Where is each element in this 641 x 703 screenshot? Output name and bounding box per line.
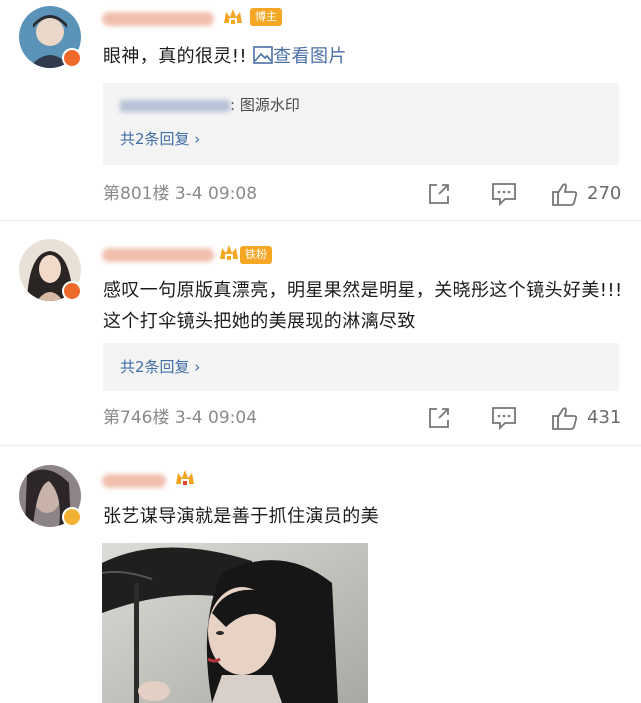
thumbs-up-icon [552, 407, 578, 430]
comment-text: 眼神，真的很灵!! 查看图片 [103, 46, 347, 67]
like-count: 431 [587, 407, 622, 428]
forward-button[interactable] [427, 406, 451, 430]
comment-meta: 第801楼 3-4 09:08 270 [103, 182, 625, 207]
crown-badge-icon [176, 470, 194, 486]
verified-dot-icon [62, 507, 82, 527]
reply-box: 共2条回复 › [103, 343, 619, 391]
comment-text: 感叹一句原版真漂亮，明星果然是明星，关晓彤这个镜头好美!!! 这个打伞镜头把她的… [103, 280, 623, 332]
reply-button[interactable] [491, 406, 517, 431]
username-blurred[interactable] [102, 12, 214, 26]
comment-icon [492, 407, 516, 431]
reply-button[interactable] [491, 182, 517, 207]
reply-count-link[interactable]: 共2条回复 › [120, 128, 200, 149]
divider [0, 445, 641, 446]
reply-count-link[interactable]: 共2条回复 › [120, 356, 200, 377]
comment-meta: 第746楼 3-4 09:04 431 [103, 406, 625, 431]
comment-text: 张艺谋导演就是善于抓住演员的美 [103, 506, 379, 527]
image-icon [253, 46, 273, 64]
author-badge: 铁粉 [240, 246, 272, 264]
comment-icon [492, 183, 516, 207]
like-button[interactable]: 270 [551, 182, 625, 206]
username-blurred[interactable] [102, 248, 214, 262]
floor-and-time: 第801楼 3-4 09:08 [103, 184, 258, 204]
forward-button[interactable] [427, 182, 451, 206]
verified-dot-icon [62, 48, 82, 68]
crown-badge-icon [224, 9, 242, 25]
author-badge: 博主 [250, 8, 282, 26]
share-icon [429, 408, 449, 428]
share-icon [429, 184, 449, 204]
reply-box: : 图源水印 共2条回复 › [103, 83, 619, 165]
like-button[interactable]: 431 [551, 406, 625, 430]
like-count: 270 [587, 183, 622, 204]
divider [0, 220, 641, 221]
verified-dot-icon [62, 281, 82, 301]
comment-photo[interactable] [102, 543, 368, 703]
view-image-link[interactable]: 查看图片 [253, 46, 347, 67]
crown-badge-icon [220, 245, 238, 261]
reply-preview[interactable]: : 图源水印 [120, 94, 300, 115]
reply-username-blurred [120, 99, 230, 112]
floor-and-time: 第746楼 3-4 09:04 [103, 408, 258, 428]
thumbs-up-icon [552, 183, 578, 206]
username-blurred[interactable] [102, 474, 166, 488]
